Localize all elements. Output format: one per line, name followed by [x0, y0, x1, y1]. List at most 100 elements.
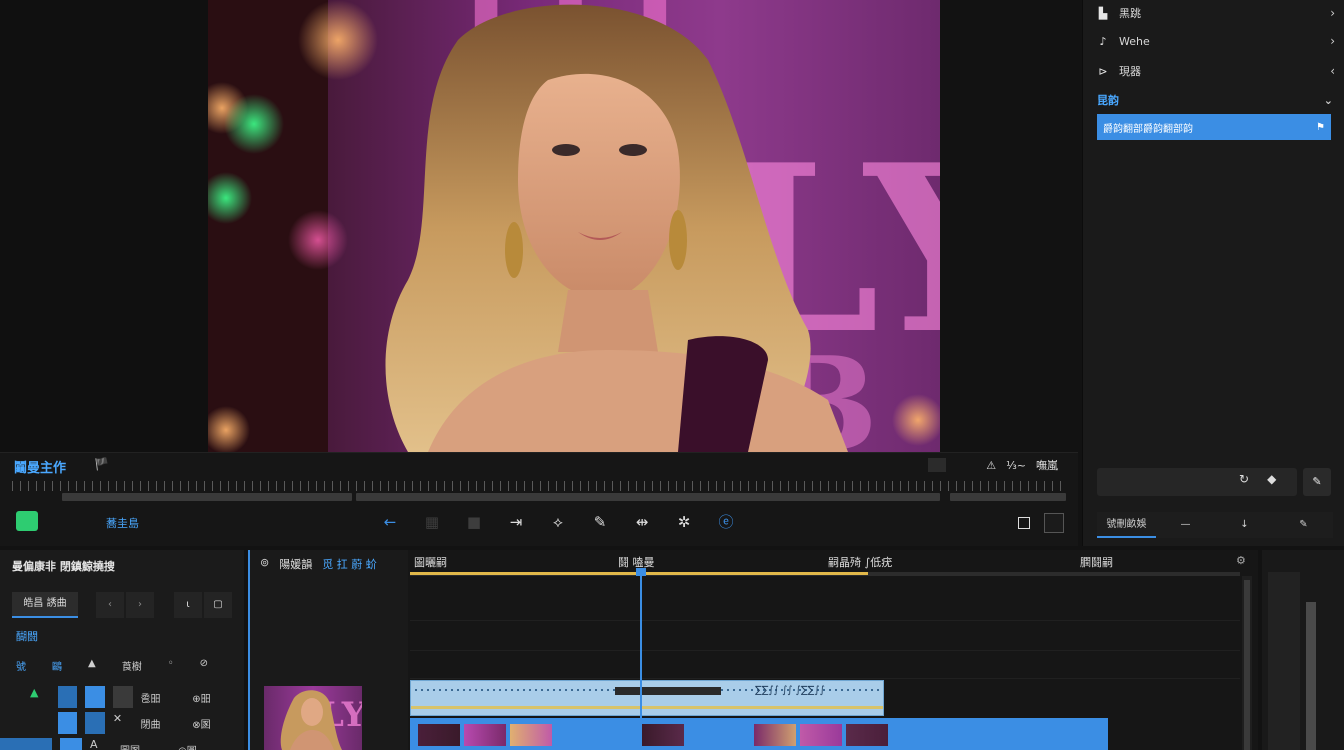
- transport-bar: 鬮曼主作 🏴 ⚠ ⅓~ 嘸嵐 蕎圭島 ← ▦ ■ ⇥ ⟡ ✎ ⇹ ✲ ⓔ: [0, 452, 1078, 546]
- library-row[interactable]: A 圖圂 ◎圓: [0, 736, 244, 750]
- audio-meter-level: [1306, 602, 1316, 750]
- library-row[interactable]: ▲ 卺昍 ⊕昍: [0, 684, 244, 710]
- audio-gap: [615, 687, 721, 695]
- video-preview[interactable]: LLI LY B: [208, 0, 940, 452]
- ruler-range: [950, 493, 1066, 501]
- library-grid: ▲ 卺昍 ⊕昍 ✕ 閉曲 ⊗圂 A 圖圂 ◎圓: [0, 684, 244, 750]
- browser-icon[interactable]: ⓔ: [716, 511, 736, 532]
- inspector-row-cursor[interactable]: ⊳ 現器 ‹: [1095, 58, 1335, 84]
- inspector-section-header[interactable]: 昆韵 ⌄: [1097, 90, 1333, 110]
- clip-frame: [418, 724, 460, 746]
- library-row-side: ⊗圂: [192, 719, 211, 731]
- chevron-left-icon: ‹: [1330, 64, 1335, 78]
- clip-frame: [464, 724, 506, 746]
- clip-frame: [754, 724, 796, 746]
- library-mini-button[interactable]: ▢: [204, 592, 232, 618]
- inspector-tab[interactable]: ✎: [1274, 512, 1333, 538]
- marker-box[interactable]: [928, 458, 947, 472]
- timeline-tabs: ⊚ 陽媛韻 觅 扛 蔚 蚧: [260, 556, 377, 572]
- library-swatch: [85, 712, 105, 734]
- audio-icon: ♪: [1099, 34, 1107, 48]
- library-col[interactable]: ⊘: [200, 658, 208, 673]
- audio-meter: [1268, 572, 1300, 750]
- collapse-icon: ⌄: [1323, 93, 1333, 107]
- library-swatch: [85, 686, 105, 708]
- inspector-row-label: 黑跳: [1119, 7, 1141, 20]
- inspector-tab[interactable]: —: [1156, 512, 1215, 538]
- timeline-label: 圖曬嗣: [414, 556, 447, 569]
- back-arrow-icon[interactable]: ←: [380, 513, 400, 531]
- transport-right-label: 嘸嵐: [1036, 459, 1058, 472]
- library-swatch: [112, 686, 133, 708]
- clip-thumbnail[interactable]: LY: [264, 686, 362, 750]
- text-icon: A: [90, 738, 98, 750]
- inspector-tab[interactable]: 號刪畝娛: [1097, 512, 1156, 538]
- library-panel: 曼偏康非 閉鎮鯨撓搜 皓昌 誘曲 ‹ › ι ▢ 醐闘 號 鷗 ▲ 莨樹 ◦ ⊘…: [0, 550, 244, 750]
- library-col[interactable]: 號: [16, 658, 26, 673]
- library-col[interactable]: ▲: [88, 658, 96, 673]
- library-swatch: [60, 738, 82, 750]
- refresh-icon[interactable]: ↻: [1239, 472, 1249, 486]
- media-icon: ▙: [1098, 6, 1108, 20]
- inspector-row-label: Wehe: [1119, 34, 1150, 48]
- playhead[interactable]: [636, 568, 646, 750]
- timeline-tab-b[interactable]: 觅 扛 蔚 蚧: [322, 556, 377, 572]
- library-row-side: ⊕昍: [192, 693, 211, 705]
- edit-toolbar: ← ▦ ■ ⇥ ⟡ ✎ ⇹ ✲ ⓔ: [380, 511, 736, 532]
- ruler-range: [62, 493, 352, 501]
- audio-clip[interactable]: ∑∑∫∫ ∫∫ ∫∑∑∫∫: [410, 680, 884, 716]
- track-lane: [410, 678, 1240, 679]
- clip-frame: [800, 724, 842, 746]
- inspector-section-title: 昆韵: [1097, 94, 1119, 107]
- diamond-icon[interactable]: ◆: [1267, 472, 1276, 486]
- settings-icon[interactable]: ⚙: [1236, 554, 1246, 567]
- timeline-scrollbar[interactable]: [1242, 576, 1252, 750]
- warning-icon[interactable]: ⚠: [986, 459, 996, 472]
- grid-icon[interactable]: ▦: [422, 513, 442, 531]
- viewer-pillarbox-left: [0, 0, 208, 452]
- library-col[interactable]: 莨樹: [122, 658, 142, 673]
- library-swatch: [57, 712, 78, 734]
- timeline-label: 膶鬪嗣: [1080, 556, 1113, 569]
- thumbnail-image: LY: [280, 690, 362, 750]
- forward-arrow-icon[interactable]: ⇥: [506, 513, 526, 531]
- library-row[interactable]: ✕ 閉曲 ⊗圂: [0, 710, 244, 736]
- pen-icon[interactable]: ✎: [1303, 468, 1331, 496]
- transport-title: 鬮曼主作: [14, 461, 67, 476]
- inspector-row-media[interactable]: ▙ 黑跳 ›: [1095, 0, 1335, 26]
- checkbox-icon[interactable]: [1018, 517, 1030, 529]
- fullscreen-toggle[interactable]: [1044, 513, 1064, 533]
- track-lane: [410, 650, 1240, 651]
- transport-right-controls: ⚠ ⅓~ 嘸嵐: [928, 457, 1058, 473]
- library-filter-button[interactable]: 皓昌 誘曲: [12, 592, 78, 618]
- person-icon: ⚑: [1316, 121, 1325, 133]
- flag-icon[interactable]: 🏴: [94, 457, 109, 471]
- video-clip[interactable]: [410, 718, 1108, 750]
- trim-icon[interactable]: ⟡: [548, 513, 568, 531]
- transport-ratio: ⅓~: [1006, 458, 1026, 472]
- library-mini-button[interactable]: ι: [174, 592, 202, 618]
- inspector-tabs: 號刪畝娛 — ↓ ✎: [1097, 512, 1333, 538]
- timeline-tab-a[interactable]: 陽媛韻: [279, 556, 312, 572]
- library-swatch: [0, 738, 52, 750]
- scrollbar-thumb[interactable]: [1244, 580, 1250, 750]
- clip-frame: [642, 724, 684, 746]
- library-col[interactable]: ◦: [168, 658, 174, 673]
- inspector-row-audio[interactable]: ♪ Wehe ›: [1095, 28, 1335, 54]
- timeline-tracks: 圖曬嗣 鬪 嗑曼 嗣晶㱦 ∫低疣 膶鬪嗣 ⚙ ∑∑∫∫ ∫∫ ∫∑∑∫∫: [410, 550, 1258, 750]
- library-col[interactable]: 鷗: [52, 658, 62, 673]
- link-icon[interactable]: ⊚: [260, 556, 269, 572]
- inspector-tab[interactable]: ↓: [1215, 512, 1274, 538]
- stop-icon[interactable]: ■: [464, 513, 484, 531]
- scrub-ruler[interactable]: [12, 479, 1068, 503]
- pen-icon[interactable]: ✎: [590, 513, 610, 531]
- split-icon[interactable]: ⇹: [632, 513, 652, 531]
- chat-icon[interactable]: [16, 511, 38, 531]
- effects-icon[interactable]: ✲: [674, 513, 694, 531]
- library-mini-button[interactable]: ‹: [96, 592, 124, 618]
- inspector-panel: ▙ 黑跳 › ♪ Wehe › ⊳ 現器 ‹ 昆韵 ⌄ 爵韵翻部爵韵翻部韵 ⚑ …: [1082, 0, 1344, 546]
- library-mini-button[interactable]: ›: [126, 592, 154, 618]
- inspector-selected-item[interactable]: 爵韵翻部爵韵翻部韵 ⚑: [1097, 114, 1331, 140]
- transport-left-label: 蕎圭島: [106, 517, 139, 530]
